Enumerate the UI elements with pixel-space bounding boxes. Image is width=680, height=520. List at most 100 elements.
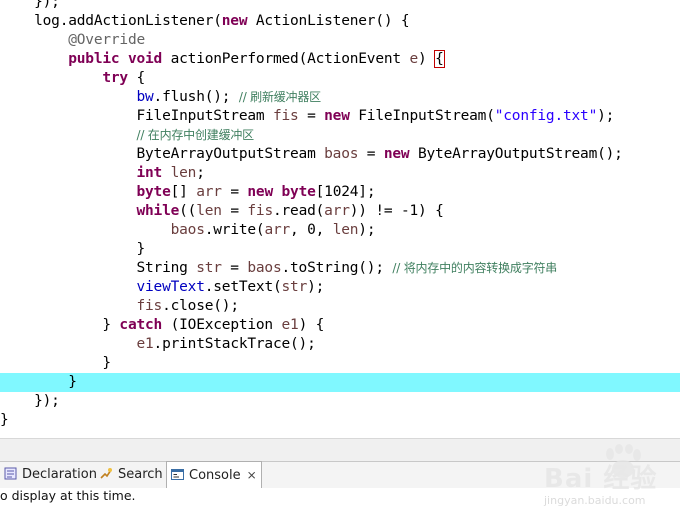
code-token: ); bbox=[307, 279, 325, 295]
code-line[interactable]: } catch (IOException e1) { bbox=[0, 316, 680, 335]
code-token: byte bbox=[136, 184, 171, 200]
code-token: new bbox=[247, 184, 273, 200]
code-line[interactable]: }); bbox=[0, 392, 680, 411]
code-token: len bbox=[332, 222, 359, 238]
code-line[interactable]: ByteArrayOutputStream baos = new ByteArr… bbox=[0, 145, 680, 164]
code-token: }); bbox=[0, 0, 60, 10]
code-token: arr bbox=[264, 222, 291, 238]
code-line[interactable]: while((len = fis.read(arr)) != -1) { bbox=[0, 202, 680, 221]
code-line[interactable]: } bbox=[0, 354, 680, 373]
code-token: = bbox=[358, 146, 384, 162]
console-message: o display at this time. bbox=[0, 488, 136, 503]
code-line[interactable]: viewText.setText(str); bbox=[0, 278, 680, 297]
code-line[interactable]: e1.printStackTrace(); bbox=[0, 335, 680, 354]
code-token: , 0, bbox=[290, 222, 333, 238]
code-token: } bbox=[0, 374, 77, 390]
code-line[interactable]: // 在内存中创建缓冲区 bbox=[0, 126, 680, 145]
code-token: fis bbox=[136, 298, 163, 314]
code-token: .printStackTrace(); bbox=[153, 336, 316, 352]
code-token: } bbox=[0, 412, 9, 428]
code-token: FileInputStream bbox=[0, 108, 273, 124]
current-code-line[interactable]: } bbox=[0, 373, 680, 392]
code-token: log.addActionListener( bbox=[0, 13, 222, 29]
code-line[interactable]: }); bbox=[0, 0, 680, 12]
declaration-icon bbox=[4, 464, 17, 480]
code-token: (( bbox=[179, 203, 197, 219]
code-token: actionPerformed(ActionEvent bbox=[162, 51, 410, 67]
code-line[interactable]: baos.write(arr, 0, len); bbox=[0, 221, 680, 240]
close-icon[interactable]: ⨯ bbox=[247, 468, 257, 482]
code-token: ) bbox=[418, 51, 436, 67]
tab-declaration[interactable]: Declaration bbox=[0, 462, 101, 488]
code-token: ByteArrayOutputStream(); bbox=[409, 146, 623, 162]
code-token: ); bbox=[597, 108, 615, 124]
code-token: bw bbox=[136, 89, 154, 105]
code-comment: // 刷新缓冲器区 bbox=[238, 90, 321, 104]
code-line[interactable]: byte[] arr = new byte[1024]; bbox=[0, 183, 680, 202]
code-token: (IOException bbox=[162, 317, 282, 333]
code-token: baos bbox=[247, 260, 282, 276]
code-line[interactable]: } bbox=[0, 240, 680, 259]
code-token: arr bbox=[324, 203, 350, 219]
code-token: } bbox=[0, 355, 111, 371]
console-icon bbox=[171, 465, 184, 480]
code-token: )) != -1) { bbox=[349, 203, 444, 219]
code-token: [] bbox=[170, 184, 197, 200]
code-token: = bbox=[221, 260, 248, 276]
code-comment: // 在内存中创建缓冲区 bbox=[136, 128, 254, 142]
code-token: catch bbox=[119, 317, 163, 333]
tab-console-label: Console bbox=[189, 468, 241, 483]
code-line[interactable]: String str = baos.toString(); // 将内存中的内容… bbox=[0, 259, 680, 278]
code-token: new bbox=[324, 108, 350, 124]
code-token: byte bbox=[281, 184, 316, 200]
code-line[interactable]: public void actionPerformed(ActionEvent … bbox=[0, 50, 680, 69]
code-token: public bbox=[68, 51, 120, 67]
console-output: o display at this time. bbox=[0, 488, 680, 520]
code-token: = bbox=[221, 203, 248, 219]
code-token: { bbox=[127, 70, 146, 86]
code-token: ); bbox=[358, 222, 376, 238]
code-line[interactable]: log.addActionListener(new ActionListener… bbox=[0, 12, 680, 31]
code-token: try bbox=[102, 70, 128, 86]
tab-search[interactable]: Search bbox=[96, 462, 167, 488]
code-token: len bbox=[196, 203, 222, 219]
code-token: = bbox=[298, 108, 325, 124]
code-line[interactable]: @Override bbox=[0, 31, 680, 50]
code-token: .setText( bbox=[204, 279, 282, 295]
code-token: .toString(); bbox=[281, 260, 393, 276]
code-line[interactable]: FileInputStream fis = new FileInputStrea… bbox=[0, 107, 680, 126]
code-token: .write( bbox=[204, 222, 265, 238]
tab-console[interactable]: Console ⨯ bbox=[166, 461, 262, 489]
code-token: e1 bbox=[136, 336, 154, 352]
code-token: ActionListener() { bbox=[247, 13, 410, 29]
code-token: "config.txt" bbox=[494, 108, 598, 124]
tab-declaration-label: Declaration bbox=[22, 467, 97, 482]
code-token: e bbox=[409, 51, 418, 67]
code-token: @Override bbox=[68, 32, 146, 48]
view-tab-bar: Declaration Search Console ⨯ bbox=[0, 461, 680, 489]
code-line[interactable]: int len; bbox=[0, 164, 680, 183]
code-line[interactable]: } bbox=[0, 411, 680, 430]
matched-brace: { bbox=[434, 50, 445, 68]
code-line[interactable]: try { bbox=[0, 69, 680, 88]
code-comment: // 将内存中的内容转换成字符串 bbox=[392, 261, 558, 275]
code-token: [1024]; bbox=[315, 184, 376, 200]
code-line[interactable]: bw.flush(); // 刷新缓冲器区 bbox=[0, 88, 680, 107]
code-editor[interactable]: }); log.addActionListener(new ActionList… bbox=[0, 0, 680, 438]
code-token: viewText bbox=[136, 279, 205, 295]
code-token: baos bbox=[170, 222, 205, 238]
code-token: e1 bbox=[281, 317, 299, 333]
code-line[interactable]: fis.close(); bbox=[0, 297, 680, 316]
code-token: .flush(); bbox=[153, 89, 239, 105]
